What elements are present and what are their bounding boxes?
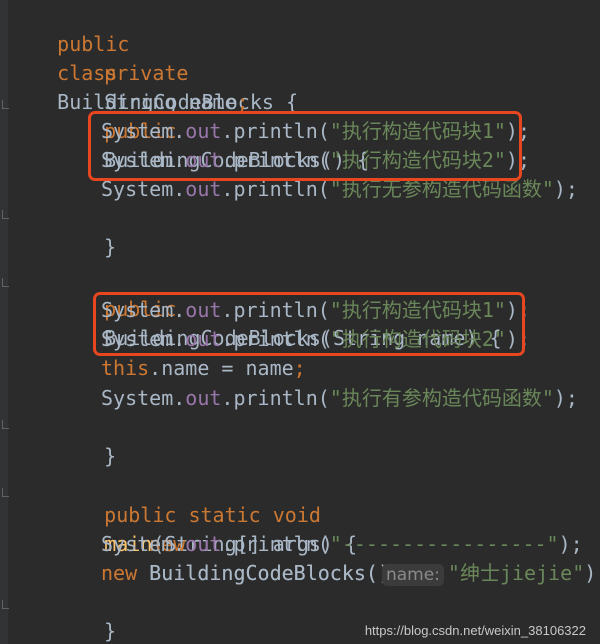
code-editor[interactable]: public class BuildingCodeBlocks { privat… xyxy=(0,0,600,644)
code-token: System. xyxy=(101,532,186,556)
highlight-box-with-arg xyxy=(93,292,525,356)
code-token: BuildingCodeBlocks( xyxy=(149,561,378,585)
code-token: new xyxy=(101,561,138,585)
code-token: .println( xyxy=(221,386,330,410)
code-line[interactable]: public static void main(String[] args) { xyxy=(56,472,357,556)
code-line[interactable]: } xyxy=(9,617,69,644)
parameter-hint: name: xyxy=(381,564,444,586)
fold-marker-icon[interactable] xyxy=(2,210,9,219)
code-line[interactable]: } xyxy=(56,588,116,643)
string-literal: "绅士jiejie" xyxy=(447,561,585,585)
string-literal: "-----------------" xyxy=(329,532,559,556)
watermark: https://blog.csdn.net/weixin_38106322 xyxy=(364,623,586,638)
code-token: .name = name xyxy=(149,356,294,380)
code-token: ); xyxy=(558,532,583,556)
code-line[interactable]: this.name = name; xyxy=(101,354,306,383)
code-token: } xyxy=(104,444,117,468)
highlight-box-no-arg xyxy=(88,111,522,181)
code-token: ); xyxy=(553,386,578,410)
code-token: .println( xyxy=(221,532,330,556)
code-line[interactable]: System.out.println("执行有参构造代码函数"); xyxy=(101,384,578,413)
code-token: ; xyxy=(293,356,306,380)
code-token: ); xyxy=(584,561,600,585)
code-line[interactable]: public class BuildingCodeBlocks { xyxy=(9,1,298,114)
fold-marker-icon[interactable] xyxy=(2,600,9,609)
fold-marker-icon[interactable] xyxy=(2,278,9,287)
code-token: private xyxy=(104,61,189,85)
code-line[interactable]: private String name; xyxy=(56,30,249,114)
code-line[interactable]: } xyxy=(56,413,116,468)
code-token: out xyxy=(185,386,222,410)
code-line[interactable]: public BuildingCodeBlocks(String name) { xyxy=(56,266,501,350)
code-line[interactable]: new BuildingCodeBlocks(name:"绅士jiejie"); xyxy=(101,559,600,588)
code-token: System. xyxy=(101,386,186,410)
fold-marker-icon[interactable] xyxy=(2,420,9,429)
editor-gutter xyxy=(0,0,8,644)
code-line[interactable]: new BuildingCodeBlocks(); xyxy=(101,501,402,585)
code-line[interactable]: System.out.println("-----------------"); xyxy=(101,530,583,559)
code-token: this xyxy=(101,356,150,380)
code-token: out xyxy=(185,532,222,556)
string-literal: "执行有参构造代码函数" xyxy=(329,386,554,410)
fold-marker-icon[interactable] xyxy=(2,100,9,109)
code-token: ); xyxy=(553,177,578,201)
code-token: } xyxy=(104,235,117,259)
code-line[interactable]: } xyxy=(56,204,116,259)
code-token: } xyxy=(104,619,117,643)
fold-marker-icon[interactable] xyxy=(2,488,9,497)
